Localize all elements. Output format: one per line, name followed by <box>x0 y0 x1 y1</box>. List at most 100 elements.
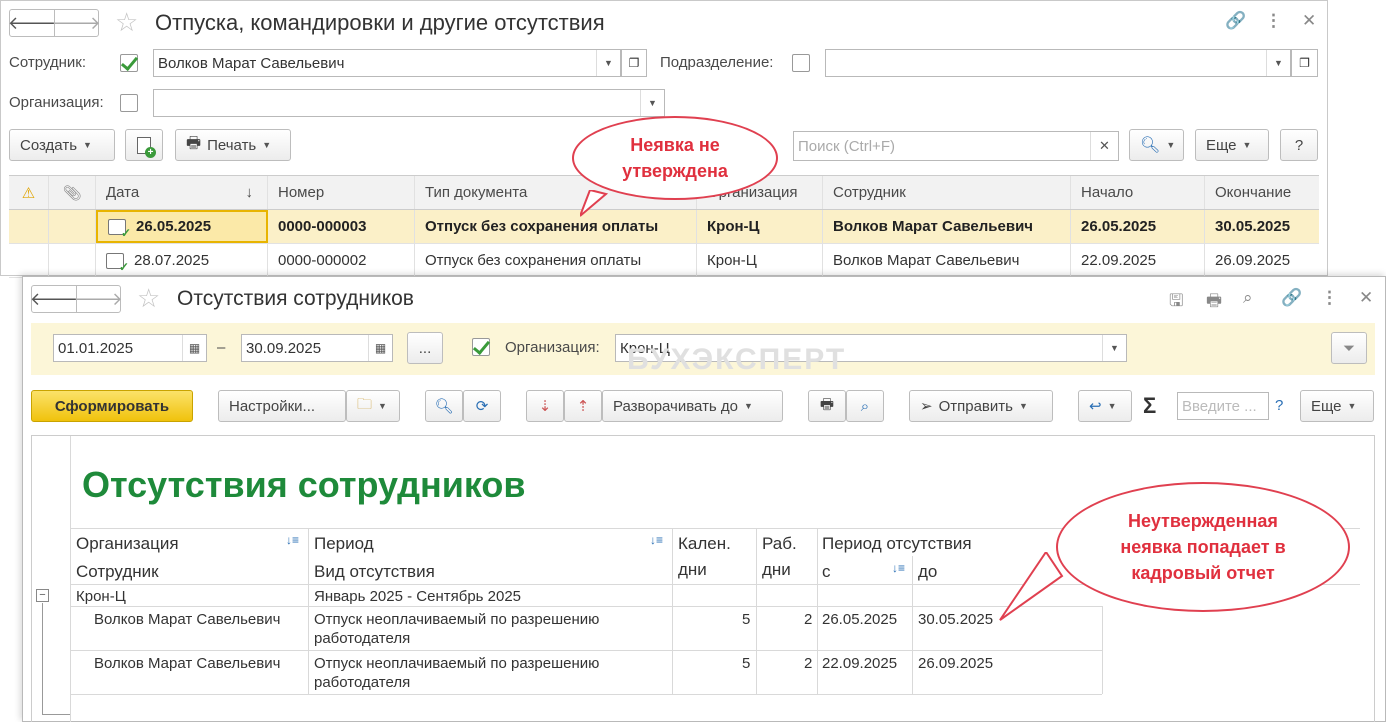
sort-icon[interactable]: ↓≡ <box>892 561 905 575</box>
chevron-down-icon: ▼ <box>744 401 753 411</box>
row-to: 30.05.2025 <box>918 611 994 628</box>
send-button[interactable]: ➢ Отправить ▼ <box>909 390 1053 422</box>
calendar-icon[interactable]: ▦ <box>368 335 392 361</box>
open-department-button[interactable]: ❐ <box>1291 49 1318 77</box>
more-vertical-icon[interactable]: ⋮ <box>1265 11 1282 31</box>
value-input[interactable]: Введите ... <box>1177 392 1269 420</box>
sort-icon[interactable]: ↓≡ <box>286 533 299 547</box>
chevron-down-icon[interactable]: ▼ <box>1102 335 1126 361</box>
favorite-star-icon[interactable]: ☆ <box>115 9 138 35</box>
open-employee-button[interactable]: ❐ <box>621 49 647 77</box>
more-button[interactable]: Еще ▼ <box>1300 390 1374 422</box>
print-report-button[interactable]: 🖶 <box>808 390 846 422</box>
settings-button[interactable]: Настройки... <box>218 390 346 422</box>
employee-field[interactable]: Волков Марат Савельевич ▼ <box>153 49 621 77</box>
generate-button[interactable]: Сформировать <box>31 390 193 422</box>
more-button[interactable]: Еще ▼ <box>1195 129 1269 161</box>
chevron-down-icon: ▼ <box>1347 401 1357 411</box>
column-start-label: Начало <box>1081 184 1134 201</box>
create-button[interactable]: Создать ▼ <box>9 129 115 161</box>
find-next-button[interactable]: ⟳ <box>463 390 501 422</box>
close-icon[interactable]: ✕ <box>1302 11 1316 31</box>
back-arrow-icon[interactable]: 🡐 <box>8 10 56 36</box>
print-button[interactable]: 🖶 Печать ▼ <box>175 129 291 161</box>
find-button[interactable]: 🔍︎ <box>425 390 463 422</box>
send-label: Отправить <box>938 397 1013 415</box>
sort-icon[interactable]: ↓≡ <box>650 533 663 547</box>
window-title: Отсутствия сотрудников <box>177 287 414 310</box>
callout-pointer <box>999 552 1064 621</box>
chevron-down-icon[interactable]: ▼ <box>1266 50 1290 76</box>
favorite-star-icon[interactable]: ☆ <box>137 285 160 311</box>
collapse-icon: ⇣ <box>538 398 552 415</box>
date-to-field[interactable]: 30.09.2025 ▦ <box>241 334 393 362</box>
header-calendar-days: Кален. <box>678 534 731 553</box>
callout-included-in-report: Неутвержденная неявка попадает в кадровый … <box>1056 482 1350 612</box>
warning-column-icon[interactable]: ⚠ <box>9 176 49 209</box>
add-copy-button[interactable]: + <box>125 129 163 161</box>
save-icon[interactable]: 🖫 <box>1169 288 1183 317</box>
sum-icon[interactable]: Σ <box>1143 393 1156 419</box>
expand-button[interactable]: ⇡ <box>564 390 602 422</box>
employee-filter-checkbox[interactable] <box>120 54 138 72</box>
department-field[interactable]: ▼ <box>825 49 1291 77</box>
column-end-label: Окончание <box>1215 184 1292 201</box>
calendar-icon[interactable]: ▦ <box>182 335 206 361</box>
variant-button[interactable]: 🗀 ▼ <box>346 390 400 422</box>
column-end[interactable]: Окончание <box>1205 176 1319 209</box>
department-filter-checkbox[interactable] <box>792 54 810 72</box>
row-absence-type: Отпуск неоплачиваемый по разрешению <box>314 655 600 672</box>
organization-field[interactable]: ▼ <box>153 89 665 117</box>
row-absence-type-2: работодателя <box>314 630 411 647</box>
back-arrow-icon[interactable]: 🡐 <box>30 286 78 312</box>
nav-buttons: 🡐 🡒 <box>30 285 123 313</box>
header-period: Период <box>314 534 374 553</box>
column-start[interactable]: Начало <box>1071 176 1205 209</box>
forward-arrow-icon[interactable]: 🡒 <box>74 286 123 312</box>
chevron-down-icon[interactable]: ▼ <box>640 90 664 116</box>
collapse-group-icon[interactable]: − <box>36 589 49 602</box>
column-date[interactable]: Дата ↓ <box>96 176 268 209</box>
link-icon[interactable]: 🔗 <box>1225 11 1246 31</box>
help-button[interactable]: ? <box>1280 129 1318 161</box>
date-cell[interactable]: 26.05.2025 <box>96 210 268 243</box>
link-icon[interactable]: 🔗 <box>1281 288 1302 308</box>
row-calendar-days: 5 <box>742 655 751 672</box>
table-row[interactable]: 26.05.2025 0000-000003 Отпуск без сохран… <box>9 210 1319 244</box>
column-doc-type-label: Тип документа <box>425 184 528 201</box>
column-employee[interactable]: Сотрудник <box>823 176 1071 209</box>
organization-filter-checkbox[interactable] <box>472 338 490 356</box>
employee-label: Сотрудник: <box>9 54 87 71</box>
organization-filter-checkbox[interactable] <box>120 94 138 112</box>
date-cell[interactable]: 28.07.2025 <box>96 244 268 277</box>
preview-icon[interactable]: ⌕ <box>1243 288 1253 308</box>
expand-to-button[interactable]: Разворачивать до ▼ <box>602 390 783 422</box>
chevron-down-icon[interactable]: ▼ <box>596 50 620 76</box>
more-label: Еще <box>1206 136 1237 154</box>
more-vertical-icon[interactable]: ⋮ <box>1321 288 1338 308</box>
callout-text: Неявка не <box>630 135 720 155</box>
period-select-button[interactable]: ... <box>407 332 443 364</box>
printer-icon[interactable]: 🖶 <box>1206 288 1222 317</box>
collapse-button[interactable]: ⇣ <box>526 390 564 422</box>
more-label: Еще <box>1311 397 1342 415</box>
date-from-field[interactable]: 01.01.2025 ▦ <box>53 334 207 362</box>
warning-cell <box>9 210 49 243</box>
help-link[interactable]: ? <box>1275 397 1283 414</box>
attachment-cell <box>49 244 96 277</box>
return-button[interactable]: ↩ ▼ <box>1078 390 1132 422</box>
forward-arrow-icon[interactable]: 🡒 <box>52 10 101 36</box>
warning-cell <box>9 244 49 277</box>
attachment-column-icon[interactable]: 📎︎ <box>49 176 96 209</box>
help-label: ? <box>1294 136 1304 154</box>
filter-button[interactable]: ⏷ <box>1331 332 1367 364</box>
clear-icon[interactable]: ✕ <box>1090 132 1118 160</box>
table-row[interactable]: 28.07.2025 0000-000002 Отпуск без сохран… <box>9 244 1319 278</box>
search-button[interactable]: 🔍︎ ▼ <box>1129 129 1184 161</box>
printer-icon: 🖶 <box>819 395 835 413</box>
column-number[interactable]: Номер <box>268 176 415 209</box>
search-input[interactable]: Поиск (Ctrl+F) ✕ <box>793 131 1119 161</box>
row-calendar-days: 5 <box>742 611 751 628</box>
print-preview-button[interactable]: ⌕ <box>846 390 884 422</box>
close-icon[interactable]: ✕ <box>1359 288 1373 308</box>
